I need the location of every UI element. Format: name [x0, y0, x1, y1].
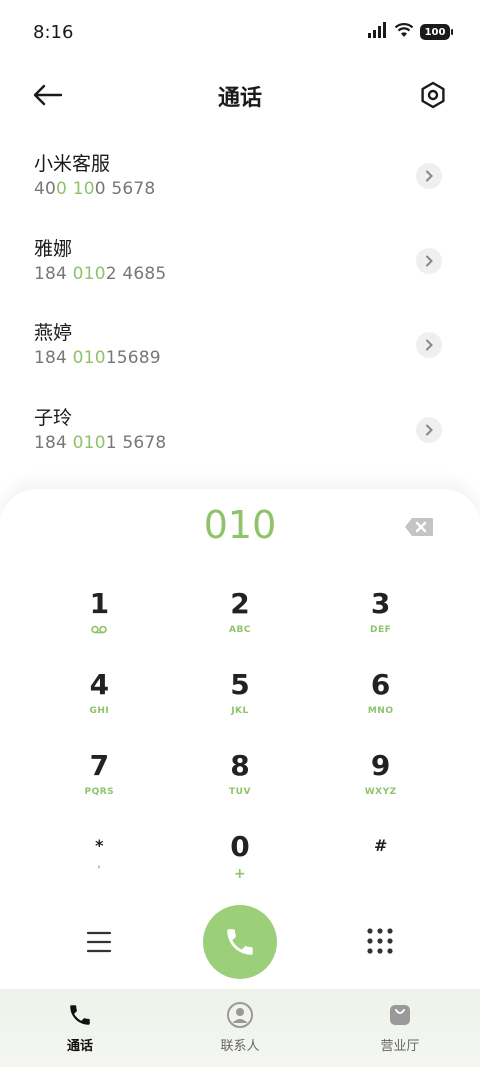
- chevron-right-icon: [426, 255, 433, 266]
- tab-label: 通话: [66, 1039, 93, 1054]
- settings-button[interactable]: [416, 78, 450, 112]
- contact-number: 184 0101 5678: [34, 432, 167, 453]
- contact-row[interactable]: 燕婷 184 01015689: [0, 302, 480, 387]
- contact-name: 子玲: [34, 406, 73, 429]
- contact-name: 雅娜: [34, 237, 73, 260]
- menu-icon: [86, 931, 112, 953]
- key-hash[interactable]: #: [310, 822, 451, 903]
- tab-label: 营业厅: [380, 1039, 420, 1054]
- chevron-right-icon: [426, 170, 433, 182]
- key-6[interactable]: 6 MNO: [310, 660, 451, 741]
- tab-label: 联系人: [220, 1039, 260, 1054]
- phone-icon: [227, 929, 253, 955]
- phone-icon: [66, 1001, 94, 1029]
- key-8[interactable]: 8 TUV: [170, 741, 311, 822]
- status-bar: 8:16 100: [0, 0, 480, 66]
- tab-contacts[interactable]: 联系人: [160, 989, 320, 1067]
- dialer-screen: 8:16 100 通话 小米客服 400 100 5678 雅娜 184 010…: [0, 0, 480, 1067]
- key-1[interactable]: 1: [29, 579, 170, 660]
- signal-icon: [368, 22, 388, 42]
- settings-icon: [421, 81, 445, 109]
- battery-icon: 100: [420, 24, 453, 40]
- contact-number: 184 0102 4685: [34, 263, 167, 284]
- bottom-nav: 通话 联系人 营业厅: [0, 989, 480, 1067]
- menu-button[interactable]: [84, 927, 114, 957]
- contact-detail-button[interactable]: [416, 416, 442, 443]
- contact-suggestion-list: 小米客服 400 100 5678 雅娜 184 0102 4685 燕婷 18…: [0, 133, 480, 471]
- key-0[interactable]: 0 +: [170, 822, 311, 903]
- tab-store[interactable]: 营业厅: [320, 989, 480, 1067]
- key-4[interactable]: 4 GHI: [29, 660, 170, 741]
- chevron-right-icon: [426, 339, 433, 351]
- person-icon: [226, 1001, 254, 1029]
- contact-number: 400 100 5678: [34, 179, 156, 199]
- contact-detail-button[interactable]: [416, 332, 442, 358]
- key-3[interactable]: 3 DEF: [310, 579, 451, 660]
- backspace-icon: [405, 518, 433, 536]
- status-time: 8:16: [33, 22, 74, 43]
- contact-name: 燕婷: [34, 322, 73, 344]
- key-5[interactable]: 5 JKL: [170, 660, 311, 741]
- contact-row[interactable]: 小米客服 400 100 5678: [0, 133, 480, 218]
- wifi-icon: [394, 22, 414, 42]
- key-7[interactable]: 7 PQRS: [29, 741, 170, 822]
- contact-detail-button[interactable]: [416, 247, 442, 274]
- call-button[interactable]: [203, 905, 277, 979]
- page-title: 通话: [217, 86, 262, 111]
- backspace-button[interactable]: [404, 517, 434, 537]
- voicemail-icon: [91, 625, 108, 637]
- dialer-panel: 010 1 2 ABC 3 DEF 4 GHI 5 JKL 6 MNO 7 PQ…: [0, 489, 480, 989]
- contact-number: 184 01015689: [34, 348, 161, 368]
- chevron-right-icon: [426, 424, 433, 435]
- dialpad: 1 2 ABC 3 DEF 4 GHI 5 JKL 6 MNO 7 PQRS 8…: [29, 579, 451, 903]
- key-2[interactable]: 2 ABC: [170, 579, 311, 660]
- key-star[interactable]: * ,: [29, 822, 170, 903]
- shopping-bag-icon: [386, 1001, 414, 1029]
- contact-row[interactable]: 雅娜 184 0102 4685: [0, 218, 480, 303]
- header: 通话: [0, 66, 480, 124]
- contact-row[interactable]: 子玲 184 0101 5678: [0, 387, 480, 472]
- keypad-toggle-button[interactable]: [366, 927, 394, 955]
- key-9[interactable]: 9 WXYZ: [310, 741, 451, 822]
- status-icons: 100: [368, 22, 453, 42]
- dialer-actions: [0, 905, 480, 981]
- contact-name: 小米客服: [34, 153, 111, 175]
- contact-detail-button[interactable]: [416, 163, 442, 189]
- keypad-icon: [367, 928, 393, 954]
- tab-calls[interactable]: 通话: [0, 989, 160, 1067]
